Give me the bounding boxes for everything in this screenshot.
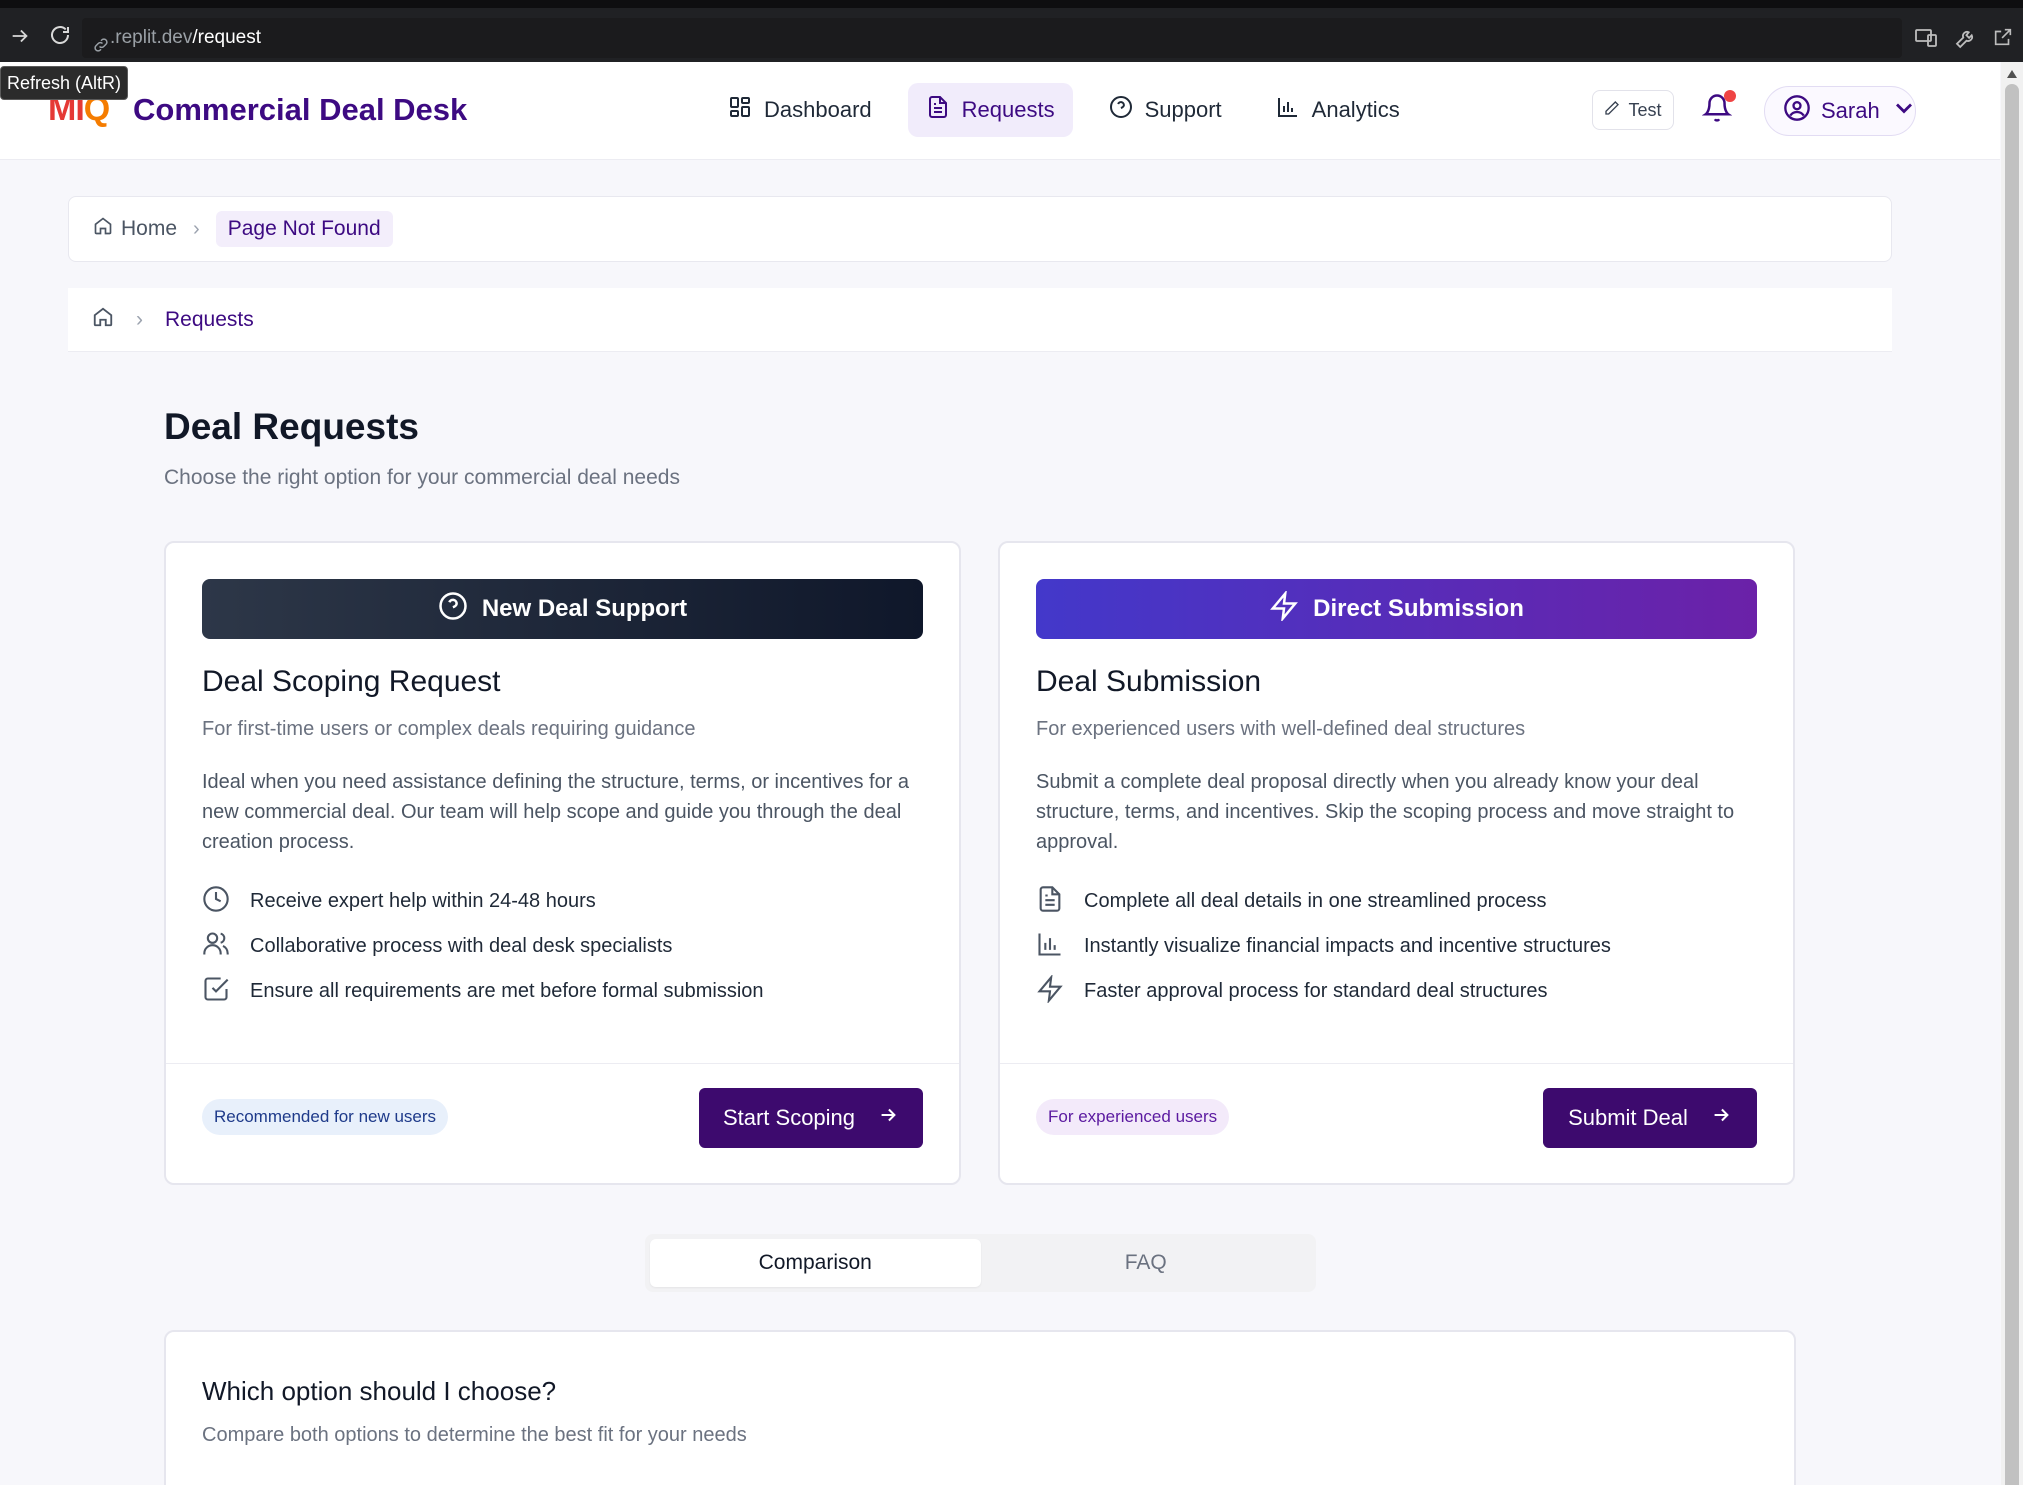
help-circle-icon — [438, 591, 468, 628]
breadcrumb-current: Page Not Found — [215, 211, 393, 247]
nav-support[interactable]: Support — [1091, 83, 1240, 137]
refresh-tooltip: Refresh (AltR) — [0, 66, 129, 100]
list-item: Ensure all requirements are met before f… — [202, 969, 764, 1014]
link-icon — [92, 29, 110, 52]
start-scoping-label: Start Scoping — [722, 1105, 856, 1130]
list-item: Collaborative process with deal desk spe… — [202, 924, 764, 969]
brand-title[interactable]: Commercial Deal Desk — [133, 92, 467, 128]
divider — [166, 1063, 959, 1064]
breadcrumb-home[interactable]: Home — [93, 216, 177, 242]
browser-chrome: .replit.dev/request — [0, 0, 2023, 62]
scrollbar-thumb[interactable] — [2005, 84, 2019, 1485]
list-item: Receive expert help within 24-48 hours — [202, 879, 764, 924]
checkbox-icon — [202, 975, 230, 1009]
submit-deal-label: Submit Deal — [1568, 1105, 1688, 1130]
card-title: Deal Submission — [1036, 665, 1262, 698]
banner-label: New Deal Support — [481, 595, 688, 622]
start-scoping-button[interactable]: Start Scoping — [699, 1088, 923, 1148]
list-item: Instantly visualize financial impacts an… — [1036, 924, 1611, 969]
user-menu-button[interactable]: Sarah — [1764, 86, 1916, 136]
notification-dot — [1724, 90, 1736, 102]
deal-submission-card: Direct Submission Deal Submission For ex… — [998, 541, 1795, 1185]
bar-chart-icon — [1036, 930, 1064, 964]
recommended-badge: Recommended for new users — [202, 1099, 449, 1135]
comparison-panel: Which option should I choose? Compare bo… — [164, 1330, 1796, 1485]
card-title: Deal Scoping Request — [202, 665, 501, 698]
users-icon — [202, 930, 230, 964]
new-deal-support-banner: New Deal Support — [202, 579, 923, 639]
experienced-badge: For experienced users — [1036, 1099, 1230, 1135]
chevron-down-icon — [1890, 94, 1918, 128]
external-link-icon[interactable] — [1992, 26, 2018, 52]
lightning-icon — [1269, 588, 1299, 628]
document-icon — [1036, 885, 1064, 919]
dashboard-grid-icon — [728, 95, 752, 125]
home-icon — [93, 216, 113, 242]
arrow-right-icon — [877, 1104, 899, 1132]
inner-breadcrumb: › Requests — [68, 288, 1892, 352]
top-navigation: Dashboard Requests Support Analytics — [710, 83, 1418, 137]
direct-submission-banner: Direct Submission — [1036, 579, 1757, 639]
page-scrollbar[interactable] — [2001, 62, 2023, 1485]
comparison-faq-tabs: Comparison FAQ — [645, 1234, 1316, 1292]
inner-breadcrumb-current: Requests — [165, 307, 254, 331]
tab-faq[interactable]: FAQ — [981, 1239, 1312, 1287]
nav-dashboard[interactable]: Dashboard — [710, 83, 890, 137]
clock-icon — [202, 885, 230, 919]
lightning-icon — [1036, 973, 1064, 1009]
document-icon — [926, 95, 950, 125]
comparison-title: Which option should I choose? — [202, 1376, 557, 1406]
card-subtitle: For first-time users or complex deals re… — [202, 718, 696, 740]
scoping-request-card: New Deal Support Deal Scoping Request Fo… — [164, 541, 961, 1185]
feature-list: Receive expert help within 24-48 hours C… — [202, 879, 764, 1014]
app-header: MIQ Commercial Deal Desk Dashboard Reque… — [0, 62, 2000, 160]
nav-support-label: Support — [1144, 97, 1222, 122]
card-description: Ideal when you need assistance defining … — [202, 771, 910, 853]
nav-requests[interactable]: Requests — [907, 83, 1073, 137]
url-path: /request — [192, 27, 262, 48]
list-item: Complete all deal details in one streaml… — [1036, 879, 1611, 924]
card-subtitle: For experienced users with well-defined … — [1036, 718, 1526, 740]
page-title: Deal Requests — [164, 406, 419, 447]
nav-requests-label: Requests — [961, 97, 1055, 122]
wrench-icon[interactable] — [1954, 26, 1980, 52]
tab-comparison[interactable]: Comparison — [650, 1239, 981, 1287]
user-name: Sarah — [1821, 98, 1880, 123]
breadcrumb-home-label: Home — [121, 217, 178, 240]
bar-chart-icon — [1276, 95, 1300, 125]
chevron-right-icon: › — [136, 307, 143, 331]
nav-analytics[interactable]: Analytics — [1258, 83, 1418, 137]
url-host: .replit.dev — [110, 27, 193, 48]
page-subtitle: Choose the right option for your commerc… — [164, 466, 680, 489]
notification-bell[interactable] — [1701, 90, 1736, 128]
test-button-label: Test — [1628, 99, 1662, 120]
bell-icon — [1701, 94, 1733, 128]
nav-analytics-label: Analytics — [1311, 97, 1400, 122]
banner-label: Direct Submission — [1313, 595, 1524, 622]
divider — [1000, 1063, 1793, 1064]
scroll-up-arrow-icon[interactable] — [2007, 70, 2017, 78]
url-bar[interactable]: .replit.dev/request — [82, 18, 1902, 58]
help-circle-icon — [1109, 95, 1133, 125]
chevron-right-icon: › — [193, 217, 200, 240]
comparison-subtitle: Compare both options to determine the be… — [202, 1424, 747, 1446]
nav-dashboard-label: Dashboard — [764, 97, 872, 122]
user-circle-icon — [1783, 94, 1811, 128]
arrow-right-icon — [1710, 1104, 1732, 1132]
pencil-icon — [1604, 100, 1620, 121]
submit-deal-button[interactable]: Submit Deal — [1543, 1088, 1757, 1148]
home-icon[interactable] — [92, 306, 114, 334]
devices-icon[interactable] — [1914, 26, 1940, 52]
card-description: Submit a complete deal proposal directly… — [1036, 771, 1735, 853]
list-item: Faster approval process for standard dea… — [1036, 969, 1611, 1014]
test-button[interactable]: Test — [1592, 90, 1674, 130]
feature-list: Complete all deal details in one streaml… — [1036, 879, 1611, 1014]
refresh-icon[interactable] — [44, 22, 76, 54]
breadcrumb: Home › Page Not Found — [68, 196, 1892, 262]
forward-arrow-icon[interactable] — [4, 22, 36, 54]
